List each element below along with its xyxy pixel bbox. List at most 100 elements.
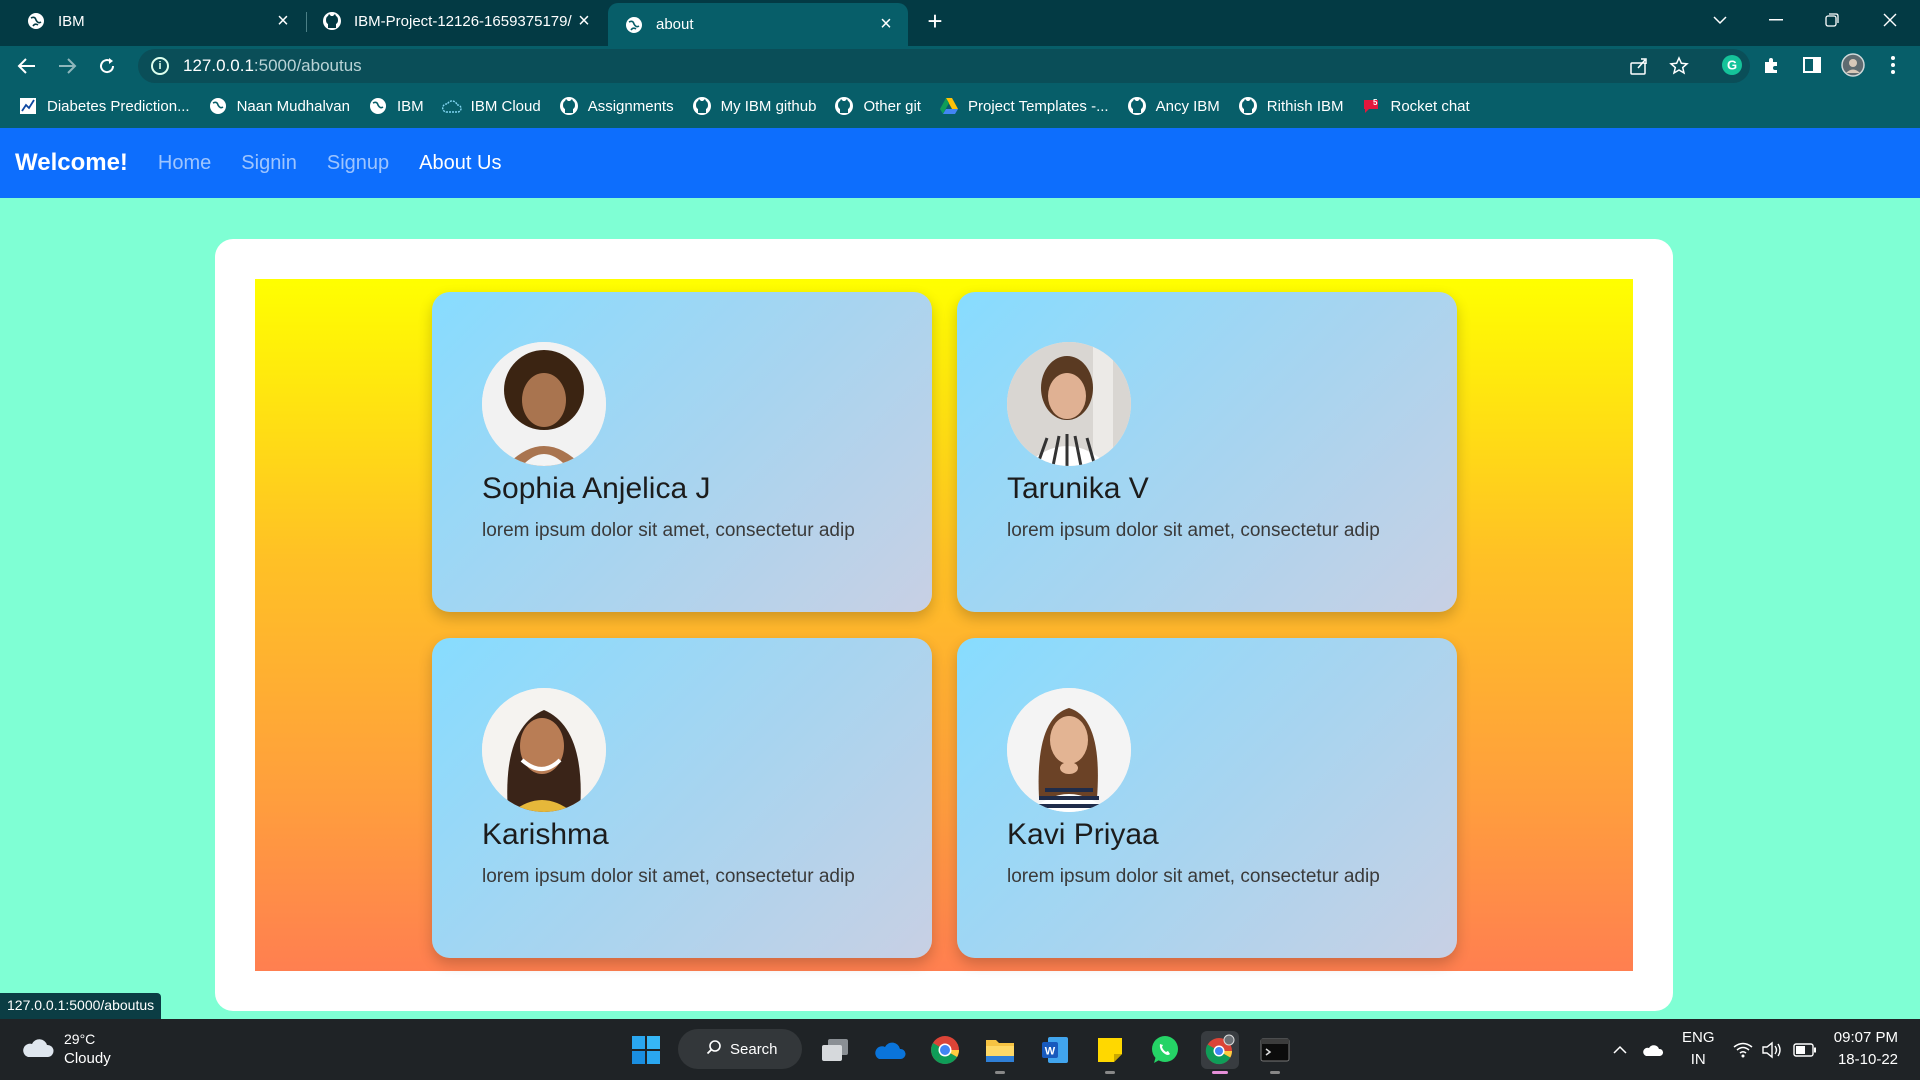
github-icon xyxy=(1238,96,1258,116)
tab-title: about xyxy=(656,16,694,33)
bookmark-ibm-cloud[interactable]: IBM Cloud xyxy=(441,96,541,116)
running-indicator xyxy=(1105,1071,1115,1074)
volume-icon[interactable] xyxy=(1761,1019,1783,1080)
whatsapp-icon[interactable] xyxy=(1146,1031,1184,1069)
taskbar-clock[interactable]: 09:07 PM 18-10-22 xyxy=(1834,1027,1898,1071)
bookmark-label: IBM Cloud xyxy=(470,97,541,115)
tab-title: IBM xyxy=(58,12,85,30)
taskbar-search-button[interactable]: Search xyxy=(678,1029,802,1069)
bookmark-label: Rocket chat xyxy=(1390,97,1470,115)
drive-icon xyxy=(939,96,959,116)
cloud-icon xyxy=(441,96,462,116)
start-button[interactable] xyxy=(627,1031,665,1069)
site-info-icon[interactable]: i xyxy=(151,57,169,75)
nav-link-about-us[interactable]: About Us xyxy=(419,152,501,175)
svg-text:W: W xyxy=(1045,1046,1056,1058)
tab-search-chevron-icon[interactable] xyxy=(1692,0,1748,40)
extensions-puzzle-icon[interactable] xyxy=(1759,52,1785,78)
input-language-indicator[interactable]: ENG IN xyxy=(1682,1027,1715,1071)
member-description: lorem ipsum dolor sit amet, consectetur … xyxy=(482,520,855,541)
site-navbar: Welcome! Home Signin Signup About Us xyxy=(0,128,1920,198)
navbar-brand[interactable]: Welcome! xyxy=(15,149,128,177)
bookmark-label: My IBM github xyxy=(720,97,817,115)
grammarly-icon[interactable]: G xyxy=(1719,52,1745,78)
bookmark-other-git[interactable]: Other git xyxy=(834,96,921,116)
lang-line-2: IN xyxy=(1690,1051,1706,1068)
chrome-menu-icon[interactable] xyxy=(1880,52,1906,78)
svg-text:G: G xyxy=(1727,58,1737,73)
bookmarks-bar: Diabetes Prediction... Naan Mudhalvan IB… xyxy=(0,84,1920,128)
bookmark-project-templates[interactable]: Project Templates -... xyxy=(939,96,1109,116)
member-name: Karishma xyxy=(482,818,609,851)
member-avatar xyxy=(1007,342,1131,466)
profile-avatar-icon[interactable] xyxy=(1840,52,1866,78)
search-icon xyxy=(706,1039,722,1059)
tab-title: IBM-Project-12126-1659375179/ xyxy=(354,12,572,30)
member-name: Sophia Anjelica J xyxy=(482,472,711,505)
back-button[interactable] xyxy=(11,50,43,82)
show-hidden-icons-chevron-icon[interactable] xyxy=(1612,1019,1628,1080)
nav-link-signin[interactable]: Signin xyxy=(241,152,297,175)
bookmark-assignments[interactable]: Assignments xyxy=(559,96,674,116)
clock-date: 18-10-22 xyxy=(1837,1051,1898,1068)
bookmark-my-ibm-github[interactable]: My IBM github xyxy=(692,96,817,116)
nav-link-home[interactable]: Home xyxy=(158,152,211,175)
tab-ibm[interactable]: IBM × xyxy=(0,0,305,42)
tab-about[interactable]: about × xyxy=(608,3,908,46)
onedrive-icon[interactable] xyxy=(871,1031,909,1069)
onedrive-tray-icon[interactable] xyxy=(1642,1019,1664,1080)
nav-link-signup[interactable]: Signup xyxy=(327,152,389,175)
url-text: 127.0.0.1:5000/aboutus xyxy=(183,56,362,76)
bookmark-label: IBM xyxy=(397,97,424,115)
wifi-icon[interactable] xyxy=(1733,1019,1753,1080)
chrome-icon[interactable] xyxy=(926,1031,964,1069)
bookmark-ancy-ibm[interactable]: Ancy IBM xyxy=(1127,96,1220,116)
address-bar[interactable]: i 127.0.0.1:5000/aboutus xyxy=(138,49,1750,83)
close-window-button[interactable] xyxy=(1862,0,1918,40)
bookmark-rithish-ibm[interactable]: Rithish IBM xyxy=(1238,96,1343,116)
chrome-profile-active-icon[interactable] xyxy=(1201,1031,1239,1074)
member-avatar xyxy=(1007,688,1131,812)
github-icon xyxy=(834,96,854,116)
bookmark-ibm[interactable]: IBM xyxy=(368,96,424,116)
close-icon[interactable]: × xyxy=(271,9,295,33)
close-icon[interactable]: × xyxy=(874,13,898,37)
bookmark-rocket-chat[interactable]: 5 Rocket chat xyxy=(1361,96,1470,116)
restore-button[interactable] xyxy=(1804,0,1860,40)
bookmark-label: Project Templates -... xyxy=(967,97,1109,115)
forward-button[interactable] xyxy=(51,50,83,82)
file-explorer-icon[interactable] xyxy=(981,1031,1019,1074)
weather-widget[interactable]: 29°C Cloudy xyxy=(22,1029,111,1069)
share-icon[interactable] xyxy=(1627,54,1651,78)
url-host: 127.0.0.1 xyxy=(183,56,254,75)
bookmark-naan-mudhalvan[interactable]: Naan Mudhalvan xyxy=(208,96,350,116)
browser-toolbar: i 127.0.0.1:5000/aboutus G xyxy=(0,46,1920,84)
new-tab-button[interactable]: + xyxy=(920,6,950,36)
bookmark-label: Ancy IBM xyxy=(1155,97,1220,115)
word-icon[interactable]: W xyxy=(1036,1031,1074,1069)
windows-taskbar: 29°C Cloudy Search W ENG IN 09:07 PM 18-… xyxy=(0,1019,1920,1080)
bookmark-diabetes[interactable]: Diabetes Prediction... xyxy=(18,96,190,116)
running-indicator xyxy=(1212,1071,1228,1074)
team-card: Kavi Priyaa lorem ipsum dolor sit amet, … xyxy=(957,638,1457,958)
member-description: lorem ipsum dolor sit amet, consectetur … xyxy=(1007,866,1380,887)
terminal-icon[interactable] xyxy=(1256,1031,1294,1074)
member-name: Kavi Priyaa xyxy=(1007,818,1159,851)
reload-button[interactable] xyxy=(91,50,123,82)
url-path: :5000/aboutus xyxy=(253,56,362,75)
chart-icon xyxy=(18,96,38,116)
svg-text:5: 5 xyxy=(1373,98,1378,107)
lang-line-1: ENG xyxy=(1682,1029,1715,1046)
globe-icon xyxy=(26,11,46,31)
sticky-notes-icon[interactable] xyxy=(1091,1031,1129,1074)
side-panel-icon[interactable] xyxy=(1799,52,1825,78)
bookmark-star-icon[interactable] xyxy=(1667,54,1691,78)
minimize-button[interactable] xyxy=(1748,0,1804,40)
globe-icon xyxy=(368,96,388,116)
tab-github-project[interactable]: IBM-Project-12126-1659375179/ × xyxy=(306,0,606,42)
battery-icon[interactable] xyxy=(1793,1019,1817,1080)
member-name: Tarunika V xyxy=(1007,472,1149,505)
close-icon[interactable]: × xyxy=(572,9,596,33)
task-view-icon[interactable] xyxy=(816,1031,854,1069)
bookmark-label: Other git xyxy=(863,97,921,115)
